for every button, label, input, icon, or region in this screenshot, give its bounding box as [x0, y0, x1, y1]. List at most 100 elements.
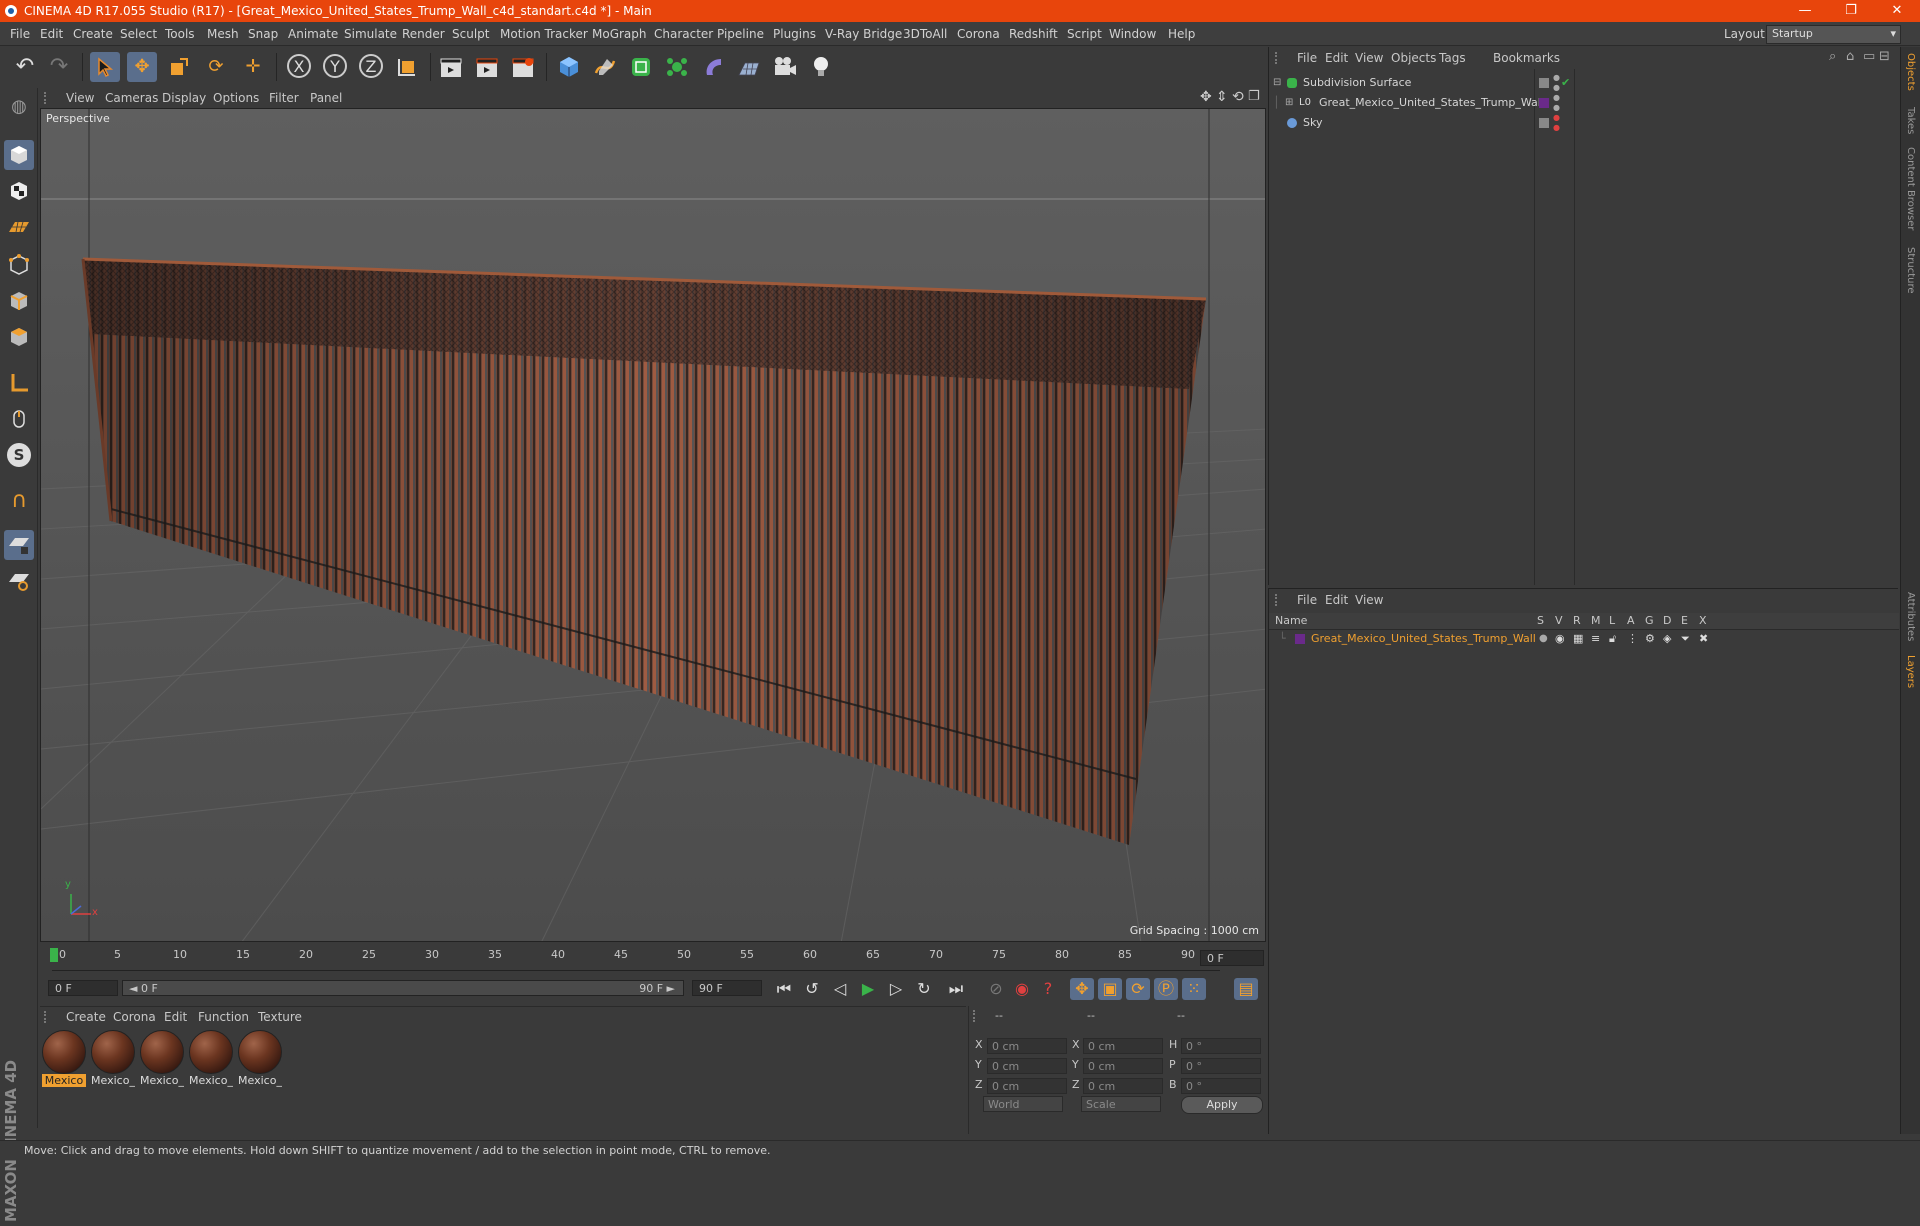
- polygons-mode-button[interactable]: [4, 322, 34, 352]
- new-view-icon[interactable]: ▭: [1863, 49, 1875, 64]
- menu-plugins[interactable]: Plugins: [773, 22, 816, 46]
- redo-button[interactable]: ↷: [44, 52, 74, 82]
- column-render[interactable]: R: [1573, 613, 1581, 629]
- texture-mode-button[interactable]: [4, 176, 34, 206]
- render-view-button[interactable]: [436, 52, 466, 82]
- layer-menu-edit[interactable]: Edit: [1325, 589, 1348, 611]
- menu-3dtoall[interactable]: 3DToAll: [903, 22, 947, 46]
- material-swatch[interactable]: Mexico_: [91, 1030, 135, 1088]
- ruler-track[interactable]: [52, 948, 1220, 971]
- xref-icon[interactable]: ✖: [1699, 629, 1708, 649]
- camera-button[interactable]: [770, 52, 800, 82]
- material-menu-edit[interactable]: Edit: [164, 1007, 187, 1027]
- live-selection-button[interactable]: [90, 52, 120, 82]
- layer-color-chip[interactable]: [1295, 634, 1305, 644]
- autokey-button[interactable]: ?: [1036, 978, 1060, 1000]
- dolly-view-icon[interactable]: ⇕: [1216, 89, 1228, 105]
- timeline-window-button[interactable]: ▤: [1234, 978, 1258, 1000]
- layout-dropdown[interactable]: Startup ▾: [1766, 25, 1901, 44]
- go-to-end-button[interactable]: ⏭: [944, 978, 968, 1000]
- undo-button[interactable]: ↶: [10, 52, 40, 82]
- column-generators[interactable]: G: [1645, 613, 1654, 629]
- coordinate-system-button[interactable]: [392, 52, 422, 82]
- y-axis-lock-button[interactable]: Y: [320, 52, 350, 82]
- visibility-dots-icon[interactable]: ● ●: [1553, 93, 1560, 113]
- menu-edit[interactable]: Edit: [40, 22, 63, 46]
- tweak-mode-button[interactable]: [4, 404, 34, 434]
- timeline-ruler[interactable]: 0 5 10 15 20 25 30 35 40 45 50 55 60 65 …: [40, 944, 1266, 974]
- drag-handle-icon[interactable]: [1275, 52, 1285, 64]
- enable-axis-button[interactable]: [4, 368, 34, 398]
- key-parameter-button[interactable]: Ⓟ: [1154, 978, 1178, 1000]
- menu-pipeline[interactable]: Pipeline: [717, 22, 764, 46]
- planar-workplane-button[interactable]: [4, 566, 34, 596]
- edit-render-settings-button[interactable]: [508, 52, 538, 82]
- next-frame-button[interactable]: ▷: [884, 978, 908, 1000]
- drag-handle-icon[interactable]: [44, 1011, 54, 1023]
- size-x-field[interactable]: 0 cm: [1083, 1038, 1163, 1054]
- generator-icon[interactable]: ⚙: [1645, 629, 1655, 649]
- column-name[interactable]: Name: [1275, 613, 1307, 629]
- scale-dropdown[interactable]: Scale: [1081, 1096, 1161, 1112]
- viewport-menu-options[interactable]: Options: [213, 88, 259, 108]
- layer-menu-file[interactable]: File: [1297, 589, 1317, 611]
- pos-x-field[interactable]: 0 cm: [987, 1038, 1067, 1054]
- make-editable-button[interactable]: ◍: [4, 92, 34, 122]
- material-menu-texture[interactable]: Texture: [258, 1007, 302, 1027]
- key-scale-button[interactable]: ▣: [1098, 978, 1122, 1000]
- object-menu-tags[interactable]: Tags: [1439, 47, 1466, 69]
- render-clapper-icon[interactable]: ▦: [1573, 629, 1583, 649]
- menu-snap[interactable]: Snap: [248, 22, 278, 46]
- column-expressions[interactable]: E: [1681, 613, 1688, 629]
- column-animation[interactable]: A: [1627, 613, 1635, 629]
- material-swatch[interactable]: Mexico: [42, 1030, 86, 1088]
- floor-button[interactable]: [734, 52, 764, 82]
- size-z-field[interactable]: 0 cm: [1083, 1078, 1163, 1094]
- x-axis-lock-button[interactable]: X: [284, 52, 314, 82]
- record-active-button[interactable]: ◉: [1010, 978, 1034, 1000]
- frame-range-slider[interactable]: ◄ 0 F 90 F ►: [122, 980, 684, 996]
- spline-pen-button[interactable]: [590, 52, 620, 82]
- material-menu-corona[interactable]: Corona: [113, 1007, 156, 1027]
- menu-animate[interactable]: Animate: [288, 22, 338, 46]
- column-view[interactable]: V: [1555, 613, 1563, 629]
- workplane-mode-button[interactable]: [4, 212, 34, 242]
- visibility-dots-icon[interactable]: ● ●: [1553, 113, 1560, 133]
- menu-render[interactable]: Render: [402, 22, 445, 46]
- object-menu-objects[interactable]: Objects: [1391, 47, 1436, 69]
- minimize-button[interactable]: —: [1782, 0, 1828, 22]
- menu-corona[interactable]: Corona: [957, 22, 1000, 46]
- 3d-viewport[interactable]: Perspective y x Grid Spacing : 1000 cm: [40, 108, 1266, 942]
- pos-z-field[interactable]: 0 cm: [987, 1078, 1067, 1094]
- light-button[interactable]: [806, 52, 836, 82]
- cloner-button[interactable]: [662, 52, 692, 82]
- menu-create[interactable]: Create: [73, 22, 113, 46]
- expression-icon[interactable]: ⏷: [1681, 629, 1690, 649]
- menu-window[interactable]: Window: [1109, 22, 1156, 46]
- animation-icon[interactable]: ⋮: [1627, 629, 1638, 649]
- material-swatch[interactable]: Mexico_: [238, 1030, 282, 1088]
- menu-help[interactable]: Help: [1168, 22, 1195, 46]
- play-button[interactable]: ▶: [856, 978, 880, 1000]
- visibility-dots-icon[interactable]: ● ●: [1553, 73, 1560, 93]
- eye-icon[interactable]: ◉: [1555, 629, 1565, 649]
- rotate-tool-button[interactable]: ⟳: [201, 52, 231, 82]
- menu-vray-bridge[interactable]: V-Ray Bridge: [825, 22, 902, 46]
- object-menu-view[interactable]: View: [1355, 47, 1383, 69]
- previous-frame-button[interactable]: ◁: [828, 978, 852, 1000]
- object-row[interactable]: ⊟ Subdivision Surface ● ● ✔: [1269, 73, 1899, 93]
- magnet-button[interactable]: ∩: [4, 486, 34, 516]
- pan-view-icon[interactable]: ✥: [1200, 89, 1212, 105]
- material-menu-function[interactable]: Function: [198, 1007, 249, 1027]
- menu-mograph[interactable]: MoGraph: [592, 22, 647, 46]
- object-row[interactable]: │ ⊞ L0 Great_Mexico_United_States_Trump_…: [1269, 93, 1899, 113]
- viewport-menu-display[interactable]: Display: [162, 88, 206, 108]
- close-button[interactable]: ✕: [1874, 0, 1920, 22]
- column-xref[interactable]: X: [1699, 613, 1707, 629]
- object-menu-file[interactable]: File: [1297, 47, 1317, 69]
- drag-handle-icon[interactable]: [1275, 594, 1285, 606]
- layer-color-chip[interactable]: [1539, 98, 1549, 108]
- subdivision-surface-button[interactable]: [626, 52, 656, 82]
- menu-file[interactable]: File: [10, 22, 30, 46]
- viewport-menu-panel[interactable]: Panel: [310, 88, 342, 108]
